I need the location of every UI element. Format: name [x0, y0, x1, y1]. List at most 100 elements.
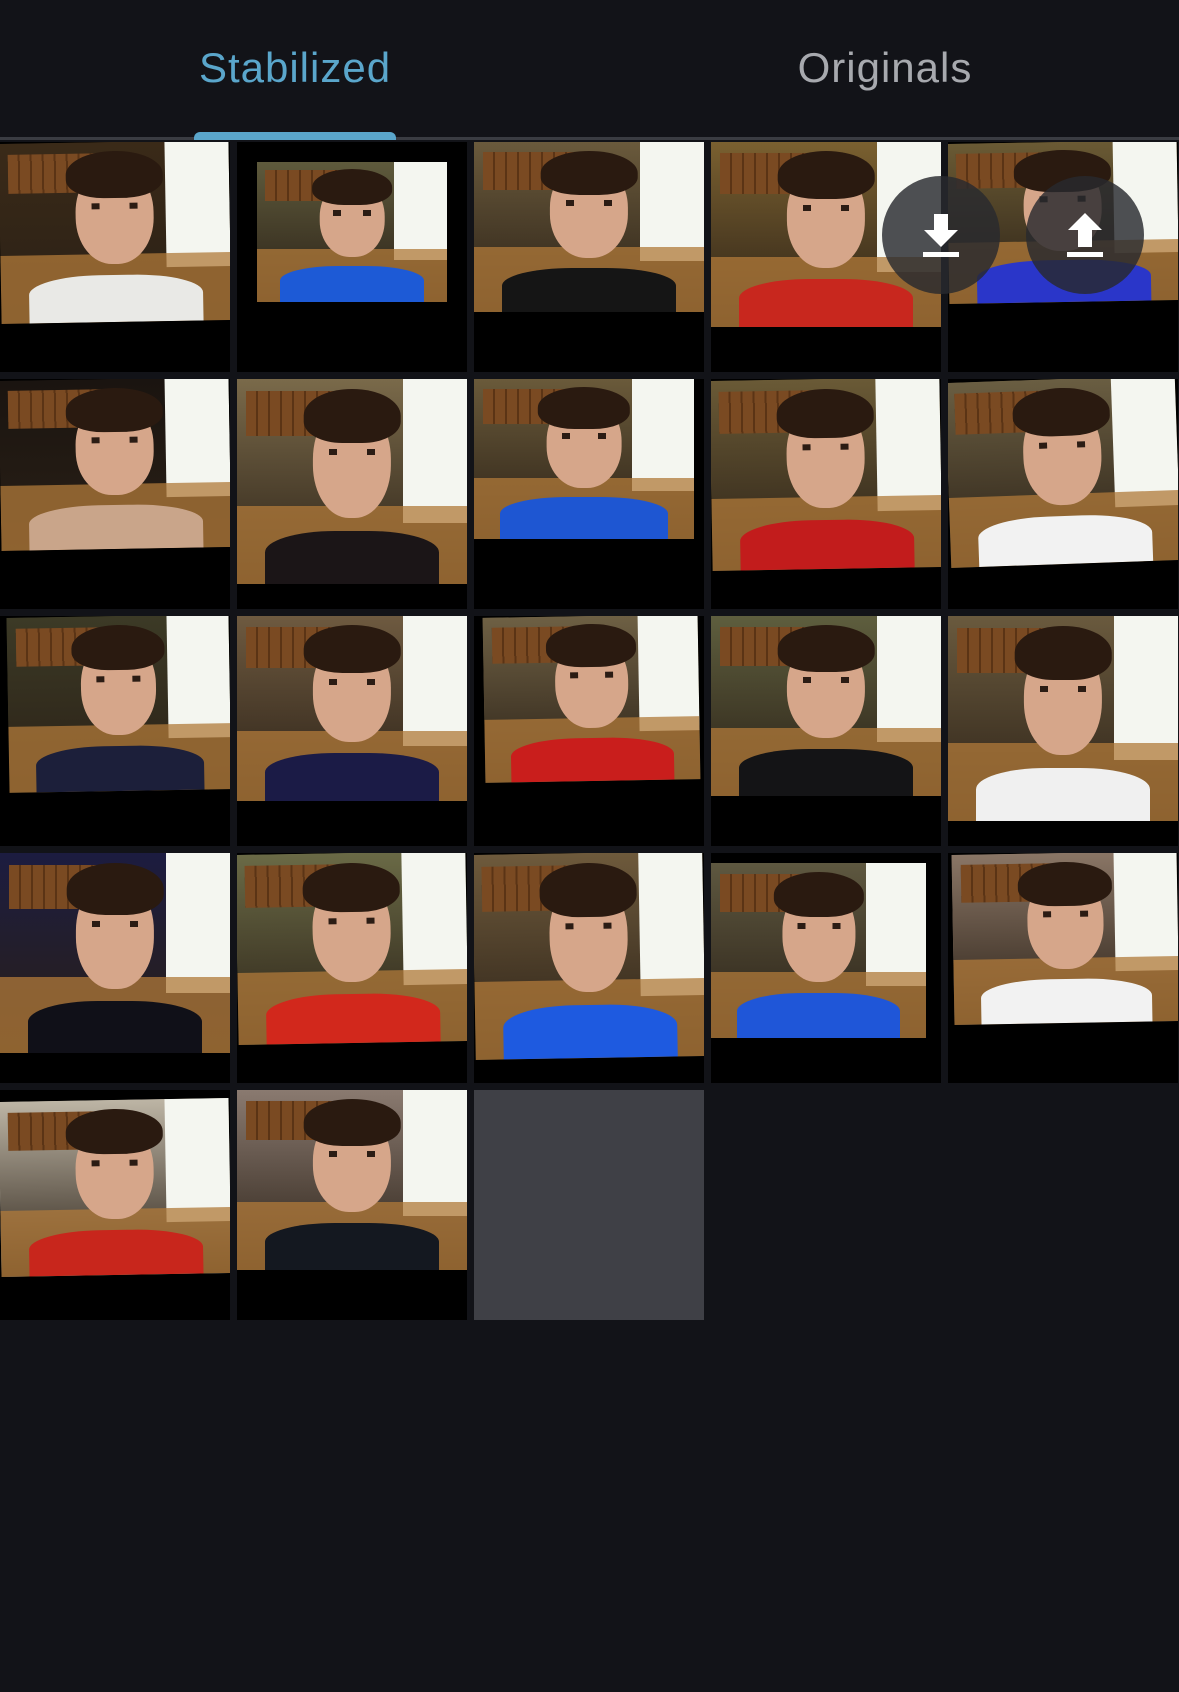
upload-icon [1067, 213, 1103, 257]
download-button[interactable] [882, 176, 1000, 294]
photo-shirt [265, 992, 442, 1045]
photo-hair [303, 1099, 401, 1146]
active-tab-indicator [194, 132, 396, 140]
photo-hair [66, 863, 164, 915]
photo-window [166, 616, 230, 738]
photo-thumbnail[interactable] [237, 616, 467, 846]
photo-window [1113, 853, 1178, 972]
photo-window [874, 379, 941, 512]
photo-hair [537, 387, 631, 429]
photo-image [474, 379, 694, 539]
photo-eyes [91, 202, 138, 210]
photo-thumbnail[interactable] [948, 853, 1178, 1083]
photo-thumbnail[interactable] [474, 853, 704, 1083]
photo-shirt [27, 1001, 203, 1053]
photo-thumbnail[interactable] [474, 142, 704, 372]
tab-bar: Stabilized Originals [0, 0, 1179, 140]
photo-image [951, 853, 1178, 1025]
photo-thumbnail[interactable] [0, 379, 230, 609]
download-icon [923, 214, 959, 257]
photo-shirt [738, 749, 914, 796]
photo-thumbnail[interactable] [711, 616, 941, 846]
upload-button[interactable] [1026, 176, 1144, 294]
photo-window [393, 162, 447, 260]
photo-eyes [329, 1151, 375, 1158]
photo-shirt [502, 1003, 679, 1060]
photo-shirt [28, 1227, 204, 1277]
photo-thumbnail[interactable] [0, 853, 230, 1083]
photo-image [711, 863, 926, 1038]
photo-shirt [501, 267, 677, 312]
photo-eyes [565, 922, 612, 930]
photo-eyes [803, 204, 849, 211]
photo-hair [65, 386, 163, 433]
photo-shirt [980, 977, 1153, 1025]
photo-window [402, 379, 467, 523]
photo-eyes [329, 448, 375, 455]
photo-eyes [803, 677, 849, 684]
photo-image [0, 1098, 230, 1277]
photo-hair [1014, 626, 1112, 680]
photo-thumbnail[interactable] [711, 379, 941, 609]
photo-eyes [328, 917, 375, 924]
photo-window [865, 863, 926, 986]
photo-thumbnail[interactable] [0, 616, 230, 846]
photo-hair [1016, 860, 1113, 907]
photo-window [1110, 379, 1178, 507]
photo-shirt [279, 265, 425, 302]
photo-eyes [96, 675, 141, 682]
photo-thumbnail[interactable] [0, 142, 230, 372]
photo-thumbnail[interactable] [237, 142, 467, 372]
photo-shirt [264, 1223, 440, 1270]
photo-shirt [739, 518, 916, 571]
photo-window [632, 379, 694, 491]
photo-thumbnail[interactable] [474, 379, 704, 609]
photo-image [237, 379, 467, 584]
photo-thumbnail[interactable] [474, 616, 704, 846]
photo-image [474, 142, 704, 312]
photo-image [237, 616, 467, 801]
photo-image [474, 853, 704, 1060]
photo-thumbnail[interactable] [948, 379, 1178, 609]
photo-thumbnail[interactable] [237, 379, 467, 609]
photo-image [6, 616, 230, 793]
photo-eyes [91, 1159, 138, 1166]
photo-shirt [35, 744, 205, 793]
photo-image [0, 379, 230, 551]
photo-window [639, 142, 704, 261]
photo-shirt [736, 992, 901, 1038]
photo-image [948, 379, 1178, 568]
photo-eyes [1040, 685, 1086, 692]
photo-window [164, 379, 230, 498]
photo-hair [773, 871, 864, 918]
photo-window [402, 616, 467, 746]
tab-stabilized[interactable]: Stabilized [150, 38, 440, 98]
photo-eyes [802, 443, 849, 450]
photo-window [164, 1098, 230, 1222]
photo-thumbnail[interactable] [0, 1090, 230, 1320]
photo-hair [777, 625, 875, 672]
photo-hair [539, 862, 637, 918]
photo-hair [303, 389, 401, 443]
photo-hair [776, 387, 874, 439]
photo-thumbnail[interactable] [948, 616, 1178, 846]
photo-shirt [738, 278, 914, 327]
photo-image [237, 853, 467, 1045]
photo-window [400, 853, 467, 986]
photo-thumbnail[interactable] [237, 1090, 467, 1320]
photo-shirt [500, 497, 668, 539]
photo-image [711, 616, 941, 796]
photo-hair [777, 151, 875, 200]
photo-image [237, 1090, 467, 1270]
photo-hair [65, 150, 163, 199]
photo-hair [545, 623, 637, 668]
photo-shirt [28, 273, 204, 324]
photo-hair [71, 623, 166, 672]
photo-thumbnail[interactable] [711, 853, 941, 1083]
photo-image [0, 142, 230, 324]
photo-image [711, 379, 941, 571]
photo-image [0, 853, 230, 1053]
photo-eyes [566, 199, 612, 206]
tab-originals[interactable]: Originals [740, 38, 1030, 98]
photo-thumbnail[interactable] [237, 853, 467, 1083]
